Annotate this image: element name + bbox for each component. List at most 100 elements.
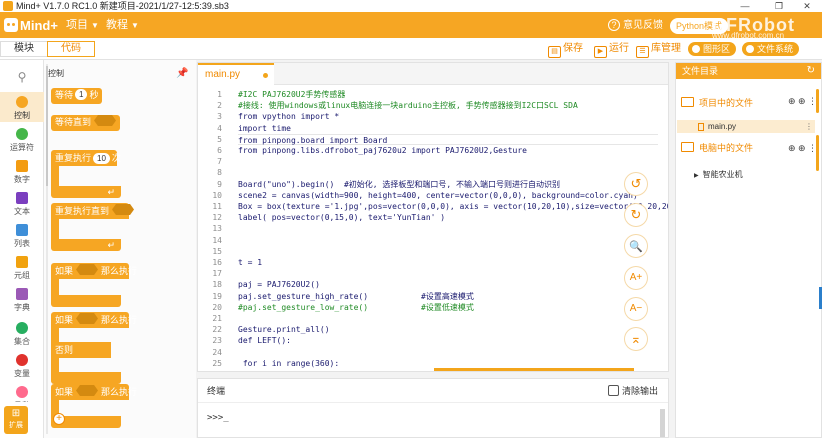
line-number: 12	[212, 213, 222, 223]
library-manager-button[interactable]: ☰ 库管理	[636, 42, 681, 58]
files-scrollbar-mid[interactable]	[816, 135, 819, 171]
category-label: 列表	[14, 239, 30, 248]
condition-slot[interactable]	[76, 385, 99, 396]
code-line[interactable]: #I2C PAJ7620U2手势传感器	[238, 89, 345, 100]
line-number: 7	[217, 157, 222, 167]
category-operators[interactable]: 运算符	[0, 128, 44, 153]
block-repeat-until[interactable]: 重复执行直到 ↵	[51, 203, 135, 251]
condition-slot[interactable]	[112, 204, 135, 215]
run-label: 运行	[609, 43, 629, 54]
block-wait-seconds[interactable]: 等待 1 秒	[51, 88, 103, 104]
file-item-main-py[interactable]: main.py ⋮	[677, 120, 815, 133]
device-name: 智能农业机	[702, 170, 743, 179]
refresh-icon[interactable]: ↻	[807, 63, 815, 79]
file-directory-title: 文件目录	[682, 66, 719, 76]
save-button[interactable]: ▤ 保存	[548, 42, 583, 58]
code-line[interactable]: scene2 = canvas(width=900, height=400, c…	[238, 190, 638, 201]
block-if-then[interactable]: 如果 那么执行	[51, 263, 137, 307]
redo-button[interactable]: ↻	[625, 204, 647, 226]
code-line[interactable]: for i in range(360):	[238, 358, 339, 369]
add-block-icon[interactable]: +	[53, 413, 65, 425]
code-line[interactable]: Gesture.print_all()	[238, 324, 330, 335]
code-area[interactable]: 1 #I2C PAJ7620U2手势传感器 2 #接线: 使用windows或linu…	[198, 86, 668, 372]
run-button[interactable]: ▶ 运行	[594, 42, 629, 58]
pin-icon[interactable]: 📌	[176, 68, 188, 79]
maximize-icon[interactable]: ❐	[772, 0, 786, 12]
new-folder-icon[interactable]: ⊕	[798, 96, 806, 107]
files-scrollbar-top[interactable]	[816, 89, 819, 113]
clear-output-button[interactable]: 清除输出	[607, 384, 658, 398]
tab-code[interactable]: 代码	[47, 41, 95, 57]
blocks-scrollbar[interactable]	[46, 64, 48, 434]
tab-blocks[interactable]: 模块	[0, 41, 48, 57]
code-line[interactable]: Box = box(texture ='1.jpg',pos=vector(0,…	[238, 201, 668, 212]
new-file-icon[interactable]: ⊕	[788, 96, 796, 107]
code-line[interactable]: from vpython import *	[238, 111, 339, 122]
pc-new-file-icon[interactable]: ⊕	[788, 143, 796, 154]
project-files-label: 项目中的文件	[699, 98, 754, 108]
terminal-panel: 终端 清除输出 >>>_	[197, 378, 669, 438]
code-line[interactable]: #接线: 使用windows或linux电脑连接一块arduino主控板, 手势…	[238, 100, 578, 111]
file-more-icon[interactable]: ⋮	[805, 120, 813, 133]
block-footer	[51, 295, 121, 307]
font-increase-button[interactable]: A+	[625, 267, 647, 289]
block-text: 重复执行直到	[55, 206, 110, 216]
font-decrease-button[interactable]: A−	[625, 298, 647, 320]
unsaved-dot-icon	[263, 73, 268, 78]
undo-icon: ↺	[630, 176, 642, 191]
code-line[interactable]: from pinpong.libs.dfrobot_paj7620u2 impo…	[238, 145, 527, 156]
device-tree-item[interactable]: ▶ 智能农业机	[694, 169, 743, 180]
code-line[interactable]: import time	[238, 123, 291, 134]
wait-seconds-input[interactable]: 1	[75, 89, 88, 100]
terminal-prompt[interactable]: >>>_	[207, 413, 229, 423]
condition-slot[interactable]	[76, 313, 99, 324]
category-function[interactable]: 函数	[0, 386, 44, 402]
horizontal-scrollbar[interactable]	[434, 368, 634, 371]
category-text[interactable]: 文本	[0, 192, 44, 217]
category-number[interactable]: 数字	[0, 160, 44, 185]
line-number: 16	[212, 258, 222, 267]
condition-slot[interactable]	[76, 264, 99, 275]
block-if-else[interactable]: 如果 那么执行 否则	[51, 312, 137, 386]
code-line[interactable]: def LEFT():	[238, 335, 291, 346]
feedback-button[interactable]: ? 意见反馈	[608, 18, 663, 34]
code-line[interactable]: Board("uno").begin() #初始化, 选择板型和端口号, 不输入…	[238, 179, 560, 190]
block-header: 如果 那么执行	[51, 312, 137, 328]
category-list[interactable]: 列表	[0, 224, 44, 249]
code-line[interactable]: t = 1	[238, 257, 262, 268]
code-line[interactable]: paj = PAJ7620U2()	[238, 279, 320, 290]
undo-button[interactable]: ↺	[625, 173, 647, 195]
condition-slot[interactable]	[94, 115, 117, 126]
menu-tutorial[interactable]: 教程 ▼	[106, 17, 139, 34]
editor-tabs: main.py	[198, 63, 668, 85]
category-set[interactable]: 集合	[0, 322, 44, 347]
search-button[interactable]: 🔍	[625, 235, 647, 257]
terminal-scrollbar[interactable]	[660, 409, 665, 437]
block-repeat-times[interactable]: 重复执行 10 次 ↵	[51, 150, 129, 198]
format-button[interactable]: ⌅	[625, 328, 647, 350]
blocks-scroll-thumb[interactable]	[46, 66, 48, 186]
project-files-section[interactable]: 项目中的文件	[681, 96, 753, 110]
extensions-button[interactable]: ⊞ 扩展	[4, 406, 28, 434]
category-tuple[interactable]: 元组	[0, 256, 44, 281]
code-line[interactable]: paj.set_gesture_high_rate() #设置高速模式	[238, 291, 474, 302]
code-line[interactable]: from pinpong.board import Board	[238, 133, 658, 145]
block-wait-until[interactable]: 等待直到	[51, 115, 121, 131]
search-blocks-button[interactable]: ⚲	[0, 70, 44, 84]
category-control[interactable]: 控制	[0, 92, 44, 122]
code-line[interactable]: label( pos=vector(0,15,0), text='YunTian…	[238, 212, 445, 223]
close-icon[interactable]: ✕	[800, 0, 814, 12]
repeat-count-input[interactable]: 10	[93, 153, 110, 164]
category-variable[interactable]: 变量	[0, 354, 44, 379]
file-system-button[interactable]: 文件系统	[742, 42, 800, 56]
pc-files-section[interactable]: 电脑中的文件	[681, 141, 753, 155]
category-dict[interactable]: 字典	[0, 288, 44, 313]
code-line[interactable]: #paj.set_gesture_low_rate() #设置低速模式	[238, 302, 474, 313]
minimize-icon[interactable]: —	[738, 0, 752, 12]
robot-icon	[4, 18, 18, 32]
graphics-area-button[interactable]: 图形区	[688, 42, 737, 56]
pc-new-folder-icon[interactable]: ⊕	[798, 143, 806, 154]
line-number: 22	[212, 325, 222, 335]
menu-project[interactable]: 项目 ▼	[66, 17, 99, 34]
tab-main-py[interactable]: main.py	[198, 63, 274, 85]
